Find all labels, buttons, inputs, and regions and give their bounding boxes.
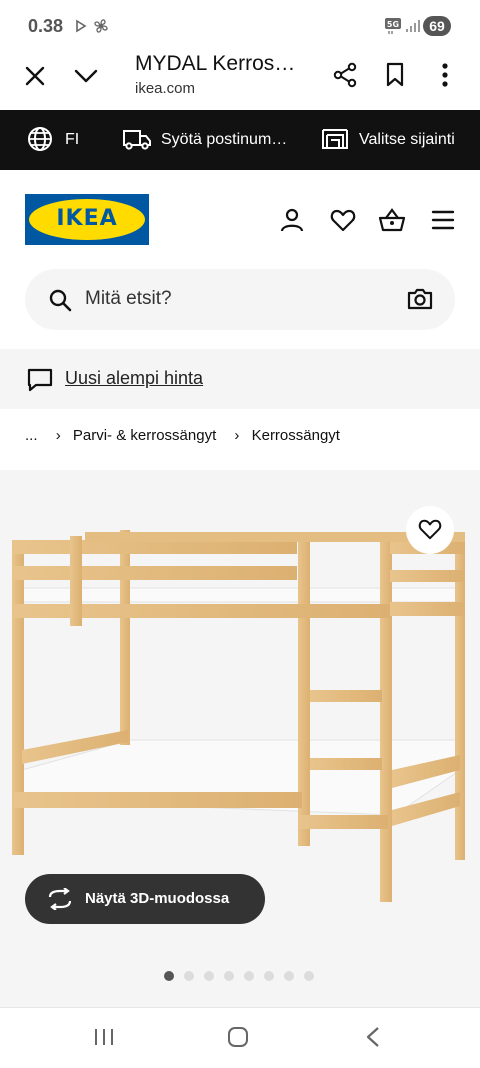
carousel-indicator xyxy=(164,971,324,983)
utility-bar: FI Syötä postinum… Valitse sijainti xyxy=(0,110,480,170)
store-icon[interactable] xyxy=(321,127,349,151)
delivery-truck-icon[interactable] xyxy=(122,127,152,151)
chevron-down-icon[interactable] xyxy=(74,66,98,86)
user-icon[interactable] xyxy=(280,207,304,233)
fan-icon xyxy=(94,19,108,33)
play-icon xyxy=(76,19,87,33)
search-icon xyxy=(49,289,72,312)
bookmark-icon[interactable] xyxy=(385,62,405,88)
5g-icon: 5G xyxy=(385,18,401,34)
search-bar[interactable]: Mitä etsit? xyxy=(25,269,455,330)
carousel-dot[interactable] xyxy=(184,971,194,981)
home-icon[interactable] xyxy=(226,1025,250,1049)
save-to-favourites-button[interactable] xyxy=(406,506,454,554)
signal-icon xyxy=(406,20,420,32)
recent-apps-icon[interactable] xyxy=(93,1027,115,1047)
chevron-right-icon: › xyxy=(234,427,240,444)
battery-indicator: 69 xyxy=(423,16,451,36)
carousel-dot[interactable] xyxy=(204,971,214,981)
carousel-dot[interactable] xyxy=(284,971,294,981)
heart-icon[interactable] xyxy=(330,208,356,232)
breadcrumb-item-parvi-kerrossangyt[interactable]: Parvi- & kerrossängyt xyxy=(73,427,216,444)
product-image-gallery[interactable] xyxy=(0,470,480,1010)
promo-banner: Uusi alempi hinta xyxy=(0,349,480,409)
shopping-basket-icon[interactable] xyxy=(378,207,406,233)
view-in-3d-label: Näytä 3D-muodossa xyxy=(85,890,230,907)
breadcrumb: ... › Parvi- & kerrossängyt › Kerrossäng… xyxy=(25,427,346,444)
chat-bubble-icon xyxy=(27,368,53,392)
language-selector[interactable]: FI xyxy=(65,131,79,149)
view-in-3d-button[interactable]: Näytä 3D-muodossa xyxy=(25,874,265,924)
carousel-dot[interactable] xyxy=(224,971,234,981)
breadcrumb-ellipsis[interactable]: ... xyxy=(25,427,38,444)
svg-text:5G: 5G xyxy=(387,20,399,29)
globe-icon[interactable] xyxy=(27,126,53,152)
bunk-bed-image xyxy=(12,530,465,902)
page-title: MYDAL Kerros… xyxy=(135,52,296,75)
page-url: ikea.com xyxy=(135,80,196,97)
close-icon[interactable] xyxy=(24,65,46,87)
menu-icon[interactable] xyxy=(431,209,455,231)
clock: 0.38 xyxy=(28,16,64,36)
promo-link[interactable]: Uusi alempi hinta xyxy=(65,368,203,389)
ikea-logo[interactable]: IKEA xyxy=(25,194,149,245)
search-input[interactable]: Mitä etsit? xyxy=(85,288,172,310)
rotate-3d-icon xyxy=(48,888,72,910)
camera-icon[interactable] xyxy=(407,287,433,311)
share-icon[interactable] xyxy=(332,62,358,88)
chevron-right-icon: › xyxy=(55,427,61,444)
store-selector[interactable]: Valitse sijainti xyxy=(359,131,455,149)
heart-icon xyxy=(418,519,442,540)
more-vert-icon[interactable] xyxy=(438,62,452,88)
breadcrumb-item-kerrossangyt[interactable]: Kerrossängyt xyxy=(252,427,340,444)
system-navigation-bar xyxy=(0,1007,480,1068)
carousel-dot[interactable] xyxy=(164,971,174,981)
carousel-dot[interactable] xyxy=(304,971,314,981)
carousel-dot[interactable] xyxy=(244,971,254,981)
logo-text: IKEA xyxy=(56,206,118,231)
status-bar: 0.38 5G 69 xyxy=(0,0,480,52)
carousel-dot[interactable] xyxy=(264,971,274,981)
postcode-link[interactable]: Syötä postinum… xyxy=(161,131,287,149)
back-icon[interactable] xyxy=(364,1026,382,1048)
